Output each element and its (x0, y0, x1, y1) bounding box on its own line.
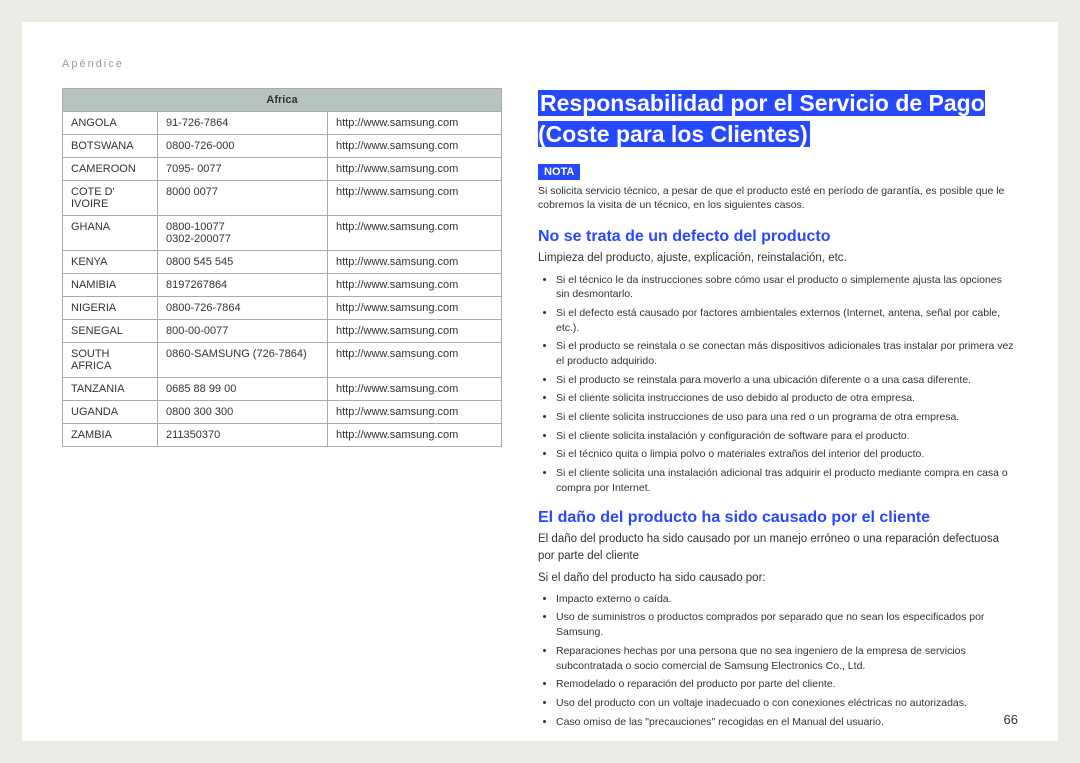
list-item: Reparaciones hechas por una persona que … (556, 644, 1018, 673)
country-cell: BOTSWANA (63, 135, 158, 158)
sec2-intro1: El daño del producto ha sido causado por… (538, 531, 1018, 563)
section-header: Apéndice (62, 58, 1018, 70)
list-item: Si el defecto está causado por factores … (556, 306, 1018, 335)
phone-cell: 7095- 0077 (158, 158, 328, 181)
sec2-intro2: Si el daño del producto ha sido causado … (538, 570, 1018, 586)
list-item: Si el cliente solicita instalación y con… (556, 429, 1018, 444)
phone-cell: 91-726-7864 (158, 112, 328, 135)
url-cell: http://www.samsung.com (328, 158, 502, 181)
list-item: Si el cliente solicita una instalación a… (556, 466, 1018, 495)
table-row: BOTSWANA0800-726-000http://www.samsung.c… (63, 135, 502, 158)
table-row: ANGOLA91-726-7864http://www.samsung.com (63, 112, 502, 135)
url-cell: http://www.samsung.com (328, 216, 502, 251)
list-item: Impacto externo o caída. (556, 592, 1018, 607)
phone-cell: 0800-726-000 (158, 135, 328, 158)
table-row: UGANDA0800 300 300http://www.samsung.com (63, 401, 502, 424)
sec2-list: Impacto externo o caída. Uso de suministr… (538, 592, 1018, 730)
country-cell: UGANDA (63, 401, 158, 424)
title-wrap: Responsabilidad por el Servicio de Pago … (538, 88, 1018, 150)
url-cell: http://www.samsung.com (328, 378, 502, 401)
country-cell: SOUTH AFRICA (63, 343, 158, 378)
table-row: TANZANIA0685 88 99 00http://www.samsung.… (63, 378, 502, 401)
table-row: GHANA0800-100770302-200077http://www.sam… (63, 216, 502, 251)
phone-cell: 0800 300 300 (158, 401, 328, 424)
subheading-no-defect: No se trata de un defecto del producto (538, 228, 1018, 246)
url-cell: http://www.samsung.com (328, 135, 502, 158)
left-column: Africa ANGOLA91-726-7864http://www.samsu… (62, 88, 502, 743)
list-item: Si el cliente solicita instrucciones de … (556, 391, 1018, 406)
phone-cell: 0800-100770302-200077 (158, 216, 328, 251)
phone-cell: 0800 545 545 (158, 251, 328, 274)
page-number: 66 (1004, 712, 1018, 727)
list-item: Uso del producto con un voltaje inadecua… (556, 696, 1018, 711)
table-row: ZAMBIA211350370http://www.samsung.com (63, 424, 502, 447)
country-cell: SENEGAL (63, 320, 158, 343)
country-cell: ZAMBIA (63, 424, 158, 447)
table-row: COTE D' IVOIRE8000 0077http://www.samsun… (63, 181, 502, 216)
url-cell: http://www.samsung.com (328, 343, 502, 378)
url-cell: http://www.samsung.com (328, 401, 502, 424)
table-header: Africa (63, 89, 502, 112)
url-cell: http://www.samsung.com (328, 274, 502, 297)
phone-cell: 0685 88 99 00 (158, 378, 328, 401)
table-row: NAMIBIA8197267864http://www.samsung.com (63, 274, 502, 297)
africa-table: Africa ANGOLA91-726-7864http://www.samsu… (62, 88, 502, 447)
list-item: Si el cliente solicita instrucciones de … (556, 410, 1018, 425)
columns: Africa ANGOLA91-726-7864http://www.samsu… (62, 88, 1018, 743)
list-item: Si el producto se reinstala o se conecta… (556, 339, 1018, 368)
country-cell: KENYA (63, 251, 158, 274)
phone-cell: 0800-726-7864 (158, 297, 328, 320)
table-row: KENYA0800 545 545http://www.samsung.com (63, 251, 502, 274)
list-item: Remodelado o reparación del producto por… (556, 677, 1018, 692)
list-item: Caso omiso de las "precauciones" recogid… (556, 715, 1018, 730)
url-cell: http://www.samsung.com (328, 181, 502, 216)
url-cell: http://www.samsung.com (328, 297, 502, 320)
phone-cell: 211350370 (158, 424, 328, 447)
right-column: Responsabilidad por el Servicio de Pago … (538, 88, 1018, 743)
list-item: Si el técnico quita o limpia polvo o mat… (556, 447, 1018, 462)
phone-cell: 8197267864 (158, 274, 328, 297)
sec1-list: Si el técnico le da instrucciones sobre … (538, 273, 1018, 496)
country-cell: CAMEROON (63, 158, 158, 181)
table-row: SOUTH AFRICA0860-SAMSUNG (726-7864)http:… (63, 343, 502, 378)
sec1-intro: Limpieza del producto, ajuste, explicaci… (538, 250, 1018, 266)
url-cell: http://www.samsung.com (328, 424, 502, 447)
phone-cell: 8000 0077 (158, 181, 328, 216)
list-item: Uso de suministros o productos comprados… (556, 610, 1018, 639)
list-item: Si el técnico le da instrucciones sobre … (556, 273, 1018, 302)
country-cell: COTE D' IVOIRE (63, 181, 158, 216)
list-item: Si el producto se reinstala para moverlo… (556, 373, 1018, 388)
country-cell: ANGOLA (63, 112, 158, 135)
page-title: Responsabilidad por el Servicio de Pago … (538, 90, 985, 147)
document-page: Apéndice Africa ANGOLA91-726-7864http://… (22, 22, 1058, 741)
url-cell: http://www.samsung.com (328, 112, 502, 135)
table-row: NIGERIA0800-726-7864http://www.samsung.c… (63, 297, 502, 320)
table-row: CAMEROON7095- 0077http://www.samsung.com (63, 158, 502, 181)
phone-cell: 800-00-0077 (158, 320, 328, 343)
country-cell: GHANA (63, 216, 158, 251)
url-cell: http://www.samsung.com (328, 320, 502, 343)
phone-cell: 0860-SAMSUNG (726-7864) (158, 343, 328, 378)
country-cell: NAMIBIA (63, 274, 158, 297)
url-cell: http://www.samsung.com (328, 251, 502, 274)
table-row: SENEGAL800-00-0077http://www.samsung.com (63, 320, 502, 343)
country-cell: NIGERIA (63, 297, 158, 320)
nota-badge: NOTA (538, 164, 580, 180)
nota-text: Si solicita servicio técnico, a pesar de… (538, 184, 1018, 212)
subheading-client-damage: El daño del producto ha sido causado por… (538, 509, 1018, 527)
country-cell: TANZANIA (63, 378, 158, 401)
